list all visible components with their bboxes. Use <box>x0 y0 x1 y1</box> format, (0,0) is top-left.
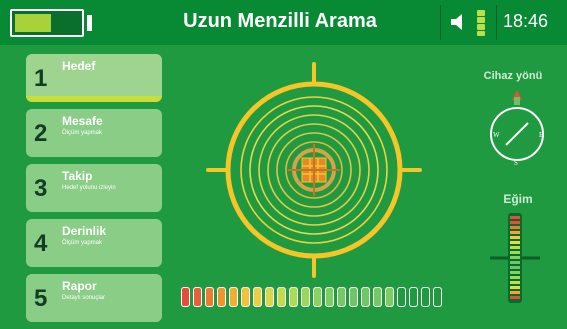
tilt-gauge-icon <box>490 213 540 303</box>
battery-tip <box>87 15 92 31</box>
compass-icon: W E S <box>490 90 544 167</box>
signal-segment <box>373 287 382 307</box>
signal-segment <box>217 287 226 307</box>
signal-strength-icon <box>477 10 485 36</box>
tilt-label: Eğim <box>503 192 533 206</box>
top-bar: Uzun Menzilli Arama 18:46 <box>0 0 567 45</box>
compass-label: Cihaz yönü <box>483 70 543 82</box>
signal-segment <box>361 287 370 307</box>
signal-segment <box>205 287 214 307</box>
signal-segment <box>301 287 310 307</box>
signal-segment <box>409 287 418 307</box>
menu-item-label: Hedef <box>62 59 96 73</box>
battery-fill <box>15 14 51 32</box>
menu-item-number: 2 <box>34 120 48 147</box>
menu-item-subtitle: Ölçüm yapmak <box>62 240 103 246</box>
signal-segment <box>277 287 286 307</box>
signal-segment <box>337 287 346 307</box>
menu-item-subtitle: Detaylı sonuçlar <box>62 295 106 301</box>
signal-segment <box>229 287 238 307</box>
menu-item-number: 5 <box>34 285 48 312</box>
compass-east: E <box>539 131 543 139</box>
clock: 18:46 <box>503 11 549 31</box>
signal-segment <box>397 287 406 307</box>
battery-icon <box>10 9 84 37</box>
menu-item-label: Takip <box>62 169 93 183</box>
signal-segment <box>253 287 262 307</box>
menu-item-hedef[interactable]: 1 Hedef <box>26 54 162 102</box>
menu-item-number: 1 <box>34 65 48 92</box>
speaker-icon[interactable] <box>448 11 470 33</box>
signal-segment <box>433 287 442 307</box>
menu-item-derinlik[interactable]: 4 Derinlik Ölçüm yapmak <box>26 219 162 267</box>
menu-item-subtitle: Ölçüm yapmak <box>62 130 103 136</box>
compass-south: S <box>514 159 518 167</box>
menu-item-rapor[interactable]: 5 Rapor Detaylı sonuçlar <box>26 274 162 322</box>
page-title: Uzun Menzilli Arama <box>183 10 377 32</box>
menu-item-label: Mesafe <box>62 114 103 128</box>
menu-item-mesafe[interactable]: 2 Mesafe Ölçüm yapmak <box>26 109 162 157</box>
signal-segment <box>241 287 250 307</box>
divider <box>496 5 497 40</box>
divider <box>440 5 441 40</box>
signal-segment <box>421 287 430 307</box>
menu-item-takip[interactable]: 3 Takip Hedef yolunu izleyin <box>26 164 162 212</box>
signal-segment <box>193 287 202 307</box>
signal-segment <box>289 287 298 307</box>
signal-segment <box>385 287 394 307</box>
signal-segment <box>265 287 274 307</box>
menu-item-label: Rapor <box>62 279 97 293</box>
target-radar <box>206 62 422 278</box>
signal-segment <box>349 287 358 307</box>
menu-item-subtitle: Hedef yolunu izleyin <box>62 185 116 191</box>
signal-segment <box>313 287 322 307</box>
signal-segment <box>325 287 334 307</box>
menu-item-number: 4 <box>34 230 48 257</box>
menu-item-label: Derinlik <box>62 224 107 238</box>
signal-segment <box>181 287 190 307</box>
menu-item-number: 3 <box>34 175 48 202</box>
compass-west: W <box>493 131 500 139</box>
